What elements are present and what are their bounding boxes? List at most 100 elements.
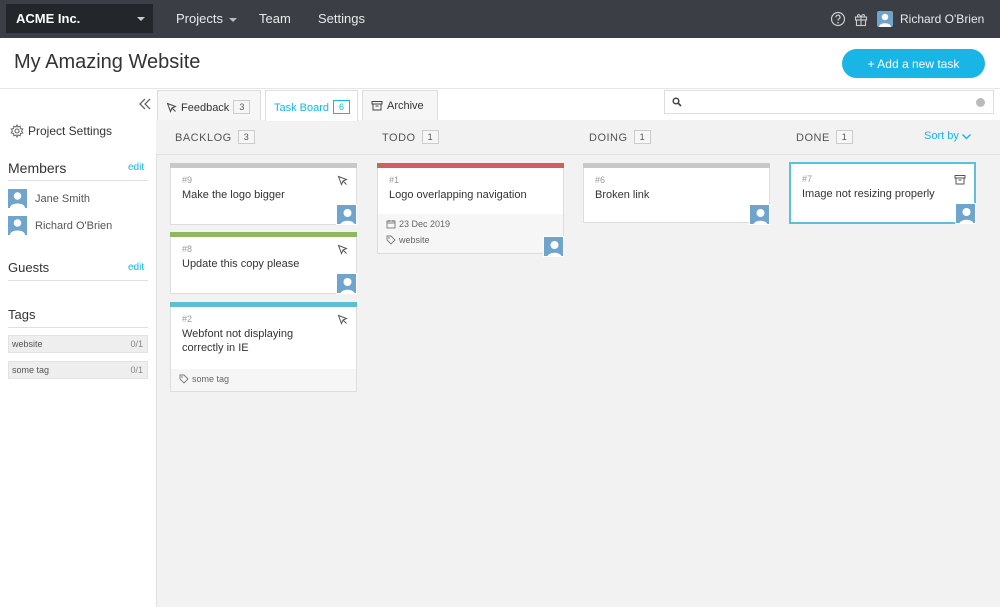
task-card-6[interactable]: #6 Broken link xyxy=(583,163,770,225)
project-settings-label: Project Settings xyxy=(28,124,113,138)
tab-task-board[interactable]: Task Board 6 xyxy=(265,90,358,121)
gift-icon[interactable] xyxy=(853,11,869,27)
members-title: Members xyxy=(8,160,67,176)
sort-by-dropdown[interactable]: Sort by xyxy=(924,130,972,142)
user-name[interactable]: Richard O'Brien xyxy=(900,0,984,38)
card-color-stripe xyxy=(170,302,357,307)
tab-count-badge: 6 xyxy=(333,100,351,114)
nav-projects[interactable]: Projects xyxy=(176,0,237,38)
assignee-avatar[interactable] xyxy=(543,236,564,257)
divider xyxy=(8,327,148,328)
card-date-label: 23 Dec 2019 xyxy=(399,219,451,229)
column-header-bar xyxy=(156,120,1000,155)
card-color-stripe xyxy=(170,232,357,237)
pointer-icon xyxy=(337,175,348,186)
sort-by-label: Sort by xyxy=(924,130,959,142)
card-id: #7 xyxy=(802,174,813,184)
column-count-badge: 1 xyxy=(835,130,853,144)
calendar-icon xyxy=(386,220,396,229)
assignee-avatar[interactable] xyxy=(749,204,770,225)
column-count-badge: 3 xyxy=(237,130,255,144)
assignee-avatar[interactable] xyxy=(955,203,976,224)
divider xyxy=(8,180,148,181)
column-title-todo: TODO 1 xyxy=(382,130,439,144)
column-title: TODO xyxy=(382,132,416,144)
card-id: #6 xyxy=(595,175,606,185)
tab-label: Archive xyxy=(387,100,424,112)
card-title: Make the logo bigger xyxy=(182,189,285,201)
tag-count: 0/1 xyxy=(130,339,143,349)
card-title: Broken link xyxy=(595,189,650,201)
project-settings-link[interactable]: Project Settings xyxy=(10,123,113,139)
card-tag-label: website xyxy=(399,235,430,245)
guests-title: Guests xyxy=(8,260,50,275)
collapse-sidebar-icon[interactable] xyxy=(138,97,152,111)
user-silhouette-icon xyxy=(10,192,25,208)
tag-website[interactable]: website 0/1 xyxy=(8,335,148,353)
nav-settings[interactable]: Settings xyxy=(318,0,365,38)
user-silhouette-icon xyxy=(753,209,768,224)
card-title: Image not resizing properly xyxy=(802,188,935,200)
card-id: #8 xyxy=(182,244,193,254)
top-navbar: ACME Inc. Projects Team Settings Richard… xyxy=(0,0,1000,38)
column-count-badge: 1 xyxy=(633,130,651,144)
search-input[interactable] xyxy=(687,94,967,110)
task-card-7[interactable]: #7 Image not resizing properly xyxy=(789,162,976,224)
tag-some-tag[interactable]: some tag 0/1 xyxy=(8,361,148,379)
user-silhouette-icon xyxy=(959,208,974,223)
tags-title: Tags xyxy=(8,307,36,322)
nav-team[interactable]: Team xyxy=(259,0,291,38)
member-name: Richard O'Brien xyxy=(35,220,113,232)
task-card-8[interactable]: #8 Update this copy please xyxy=(170,232,357,294)
search-icon xyxy=(672,97,682,107)
user-avatar[interactable] xyxy=(877,11,893,27)
gear-icon xyxy=(10,123,24,139)
tab-feedback[interactable]: Feedback 3 xyxy=(157,90,261,120)
chevron-down-icon xyxy=(961,134,971,140)
pointer-icon xyxy=(337,244,348,255)
card-color-stripe xyxy=(377,163,564,168)
user-silhouette-icon xyxy=(879,13,891,27)
tag-name: some tag xyxy=(12,365,50,375)
help-icon[interactable] xyxy=(830,11,846,27)
card-title: Update this copy please xyxy=(182,258,300,270)
org-switcher[interactable]: ACME Inc. xyxy=(6,4,153,33)
header-divider xyxy=(0,88,1000,89)
user-silhouette-icon xyxy=(340,209,355,224)
card-footer: 23 Dec 2019 website xyxy=(378,214,563,253)
tag-count: 0/1 xyxy=(130,365,143,375)
user-silhouette-icon xyxy=(340,278,355,293)
task-card-1[interactable]: #1 Logo overlapping navigation 23 Dec 20… xyxy=(377,163,564,257)
card-title: Logo overlapping navigation xyxy=(389,189,527,201)
assignee-avatar[interactable] xyxy=(336,204,357,225)
tab-archive[interactable]: Archive xyxy=(362,90,438,120)
archive-icon xyxy=(371,101,383,111)
search-box xyxy=(664,90,994,114)
guests-edit-link[interactable]: edit xyxy=(128,262,144,273)
page-title: My Amazing Website xyxy=(14,51,201,73)
add-task-button[interactable]: + Add a new task xyxy=(842,49,985,78)
card-color-stripe xyxy=(170,163,357,168)
assignee-avatar[interactable] xyxy=(336,273,357,294)
caret-down-icon xyxy=(137,17,145,21)
archive-icon[interactable] xyxy=(954,174,966,185)
column-title: BACKLOG xyxy=(175,132,232,144)
column-title-done: DONE 1 xyxy=(796,130,853,144)
column-count-badge: 1 xyxy=(421,130,439,144)
member-richard-obrien[interactable]: Richard O'Brien xyxy=(8,216,148,236)
org-name: ACME Inc. xyxy=(16,11,81,26)
card-id: #2 xyxy=(182,314,193,324)
avatar xyxy=(8,216,27,235)
user-silhouette-icon xyxy=(10,219,25,235)
task-card-9[interactable]: #9 Make the logo bigger xyxy=(170,163,357,225)
pointer-icon xyxy=(337,314,348,325)
tag-name: website xyxy=(12,339,43,349)
task-card-2[interactable]: #2 Webfont not displaying correctly in I… xyxy=(170,302,357,392)
card-footer: some tag xyxy=(171,369,356,391)
members-edit-link[interactable]: edit xyxy=(128,162,144,173)
nav-projects-label: Projects xyxy=(176,11,223,26)
clear-search-icon[interactable] xyxy=(976,98,985,107)
column-title: DOING xyxy=(589,132,628,144)
tag-icon xyxy=(386,235,396,245)
member-jane-smith[interactable]: Jane Smith xyxy=(8,189,148,209)
